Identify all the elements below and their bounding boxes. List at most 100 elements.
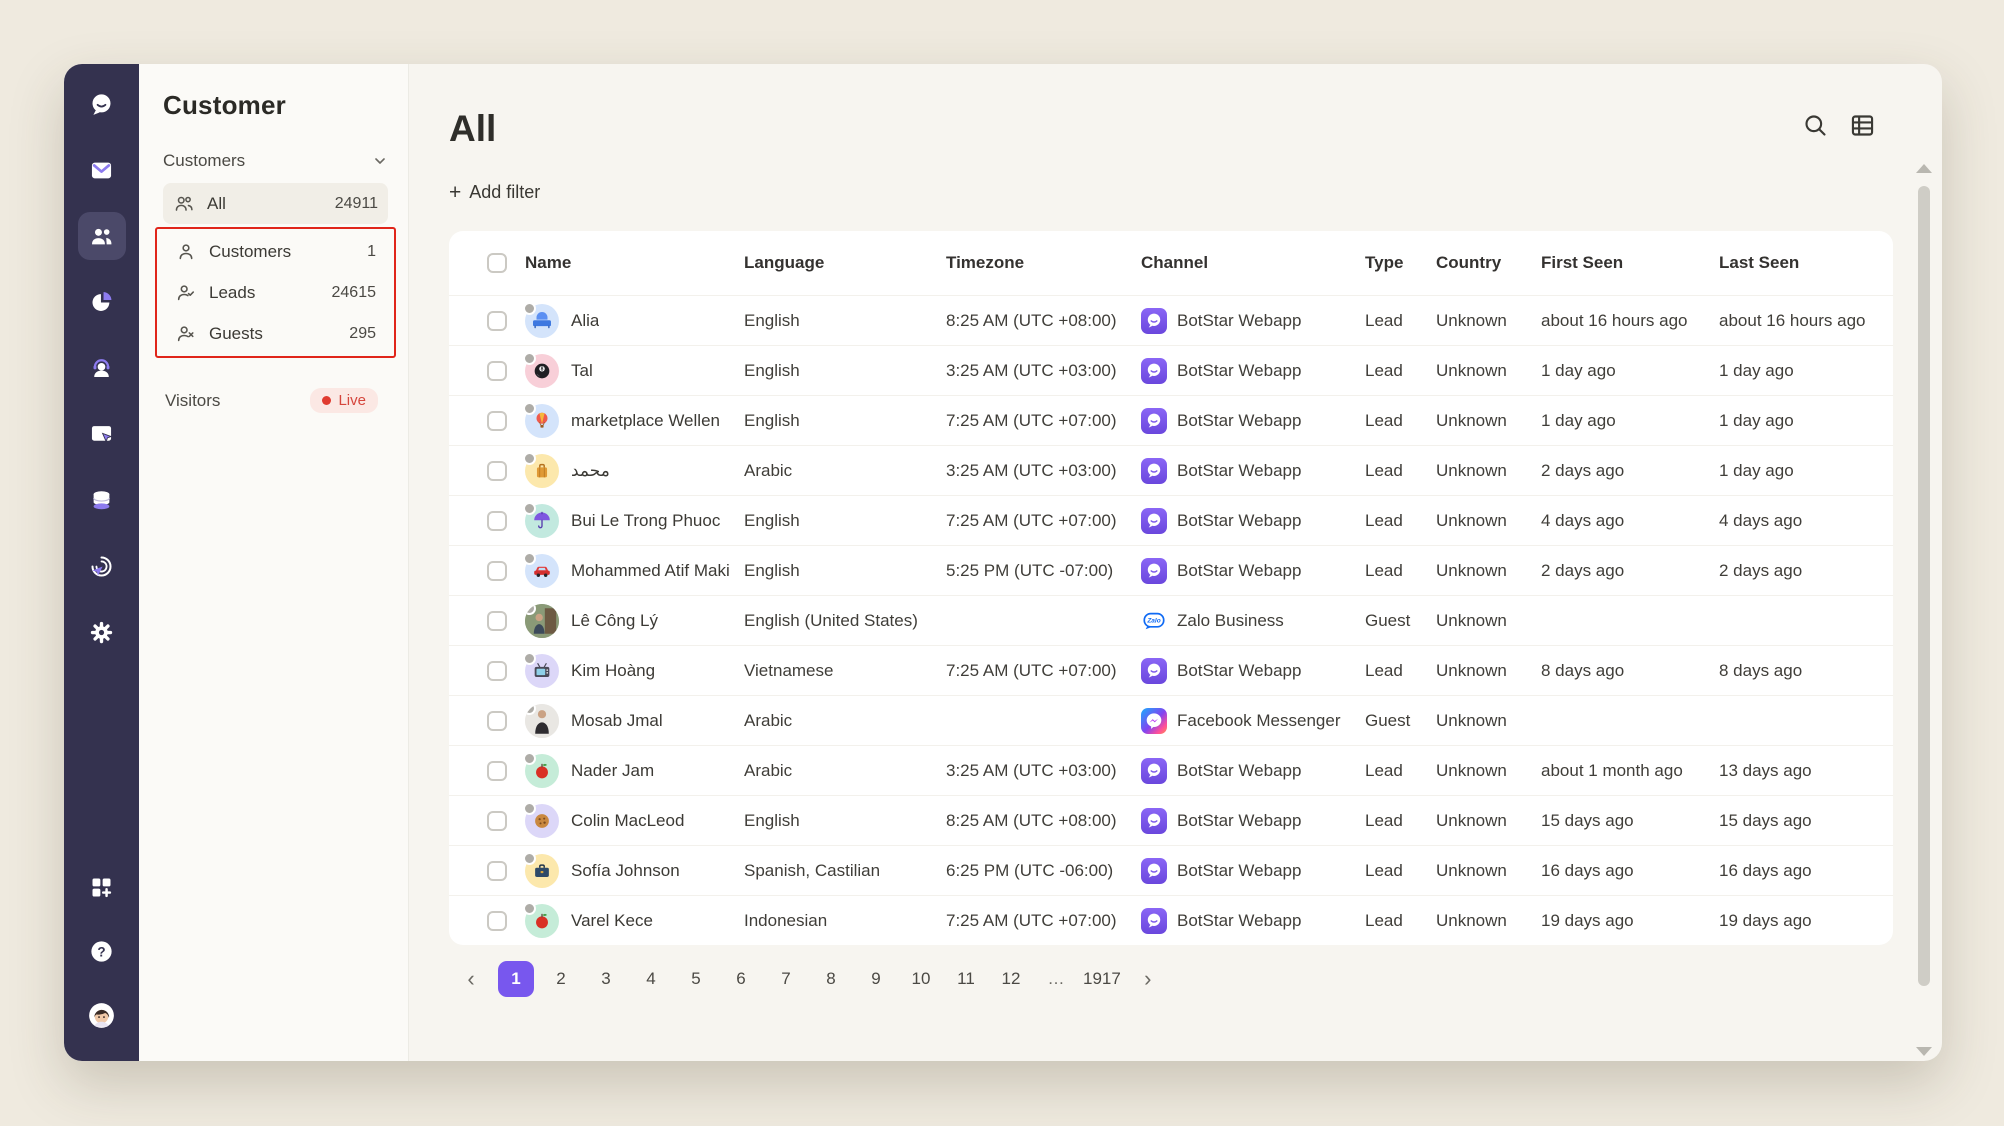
inbox-icon[interactable] <box>78 146 126 194</box>
row-checkbox[interactable] <box>487 310 507 331</box>
last-seen-cell: about 16 hours ago <box>1719 310 1866 330</box>
language-cell: Vietnamese <box>744 660 834 680</box>
country-cell: Unknown <box>1436 460 1507 480</box>
apps-grid-icon[interactable] <box>78 863 126 911</box>
help-icon[interactable]: ? <box>78 927 126 975</box>
scroll-up-arrow[interactable] <box>1916 164 1932 173</box>
table-view-icon[interactable] <box>1849 112 1876 139</box>
page-button-1[interactable]: 1 <box>498 961 534 997</box>
column-header-first-seen[interactable]: First Seen <box>1541 253 1719 273</box>
botstar-channel-icon <box>1141 807 1167 834</box>
channel-cell: BotStar Webapp <box>1177 560 1302 580</box>
couch-avatar <box>523 301 559 338</box>
database-icon[interactable] <box>78 476 126 524</box>
column-header-channel[interactable]: Channel <box>1141 253 1365 273</box>
page-button-9[interactable]: 9 <box>858 961 894 997</box>
row-checkbox[interactable] <box>487 510 507 531</box>
chat-logo-icon[interactable] <box>78 80 126 128</box>
botstar-channel-icon <box>1141 657 1167 684</box>
page-button-4[interactable]: 4 <box>633 961 669 997</box>
photo-outdoor-avatar <box>525 603 559 638</box>
column-header-language[interactable]: Language <box>744 253 946 273</box>
row-checkbox[interactable] <box>487 710 507 731</box>
table-row[interactable]: Mosab Jmal Arabic Facebook Messenger Gue… <box>449 695 1893 745</box>
page-button-7[interactable]: 7 <box>768 961 804 997</box>
pagination-ellipsis: … <box>1047 969 1065 988</box>
timezone-cell: 5:25 PM (UTC -07:00) <box>946 560 1114 580</box>
row-checkbox[interactable] <box>487 660 507 681</box>
page-button-2[interactable]: 2 <box>543 961 579 997</box>
table-row[interactable]: Alia English 8:25 AM (UTC +08:00) BotSta… <box>449 295 1893 345</box>
column-header-type[interactable]: Type <box>1365 253 1436 273</box>
row-checkbox[interactable] <box>487 760 507 781</box>
page-button-5[interactable]: 5 <box>678 961 714 997</box>
page-button-11[interactable]: 11 <box>948 961 984 997</box>
botstar-channel-icon <box>1141 307 1167 334</box>
page-button-3[interactable]: 3 <box>588 961 624 997</box>
row-checkbox[interactable] <box>487 810 507 831</box>
sidebar-item-customers[interactable]: Customers 1 <box>165 231 386 272</box>
table-row[interactable]: محمد Arabic 3:25 AM (UTC +03:00) BotStar… <box>449 445 1893 495</box>
country-cell: Unknown <box>1436 560 1507 580</box>
page-button-8[interactable]: 8 <box>813 961 849 997</box>
row-checkbox[interactable] <box>487 610 507 631</box>
table-row[interactable]: Sofía Johnson Spanish, Castilian 6:25 PM… <box>449 845 1893 895</box>
table-row[interactable]: Kim Hoàng Vietnamese 7:25 AM (UTC +07:00… <box>449 645 1893 695</box>
sidebar-item-visitors[interactable]: Visitors Live <box>163 388 388 413</box>
table-row[interactable]: 8 Tal English 3:25 AM (UTC +03:00) BotSt… <box>449 345 1893 395</box>
page-button-10[interactable]: 10 <box>903 961 939 997</box>
hot-air-balloon-avatar <box>523 401 559 438</box>
column-header-timezone[interactable]: Timezone <box>946 253 1141 273</box>
analytics-pie-icon[interactable] <box>78 278 126 326</box>
select-all-checkbox[interactable] <box>487 253 507 273</box>
type-cell: Lead <box>1365 410 1403 430</box>
svg-text:8: 8 <box>541 366 544 372</box>
row-checkbox[interactable] <box>487 560 507 581</box>
channel-cell: BotStar Webapp <box>1177 760 1302 780</box>
customers-nav-icon[interactable] <box>77 212 126 260</box>
scrollbar-thumb[interactable] <box>1918 186 1930 986</box>
page-button-12[interactable]: 12 <box>993 961 1029 997</box>
table-row[interactable]: Mohammed Atif Maki English 5:25 PM (UTC … <box>449 545 1893 595</box>
country-cell: Unknown <box>1436 710 1507 730</box>
offline-status-dot <box>523 551 536 565</box>
page-button-6[interactable]: 6 <box>723 961 759 997</box>
automation-icon[interactable] <box>78 542 126 590</box>
widget-icon[interactable] <box>78 410 126 458</box>
customers-section-toggle[interactable]: Customers <box>163 151 388 171</box>
country-cell: Unknown <box>1436 360 1507 380</box>
table-row[interactable]: marketplace Wellen English 7:25 AM (UTC … <box>449 395 1893 445</box>
first-seen-cell: 1 day ago <box>1541 360 1616 380</box>
next-page-button[interactable]: › <box>1130 961 1166 997</box>
table-row[interactable]: Varel Kece Indonesian 7:25 AM (UTC +07:0… <box>449 895 1893 945</box>
user-avatar[interactable] <box>78 991 126 1039</box>
sidebar-item-guests[interactable]: Guests 295 <box>165 313 386 354</box>
column-header-country[interactable]: Country <box>1436 253 1541 273</box>
add-filter-button[interactable]: + Add filter <box>449 182 540 203</box>
app-window: ? Customer Customers All 24911 Customers 1… <box>64 64 1942 1061</box>
sidebar-item-all[interactable]: All 24911 <box>163 183 388 224</box>
page-button-1917[interactable]: 1917 <box>1083 961 1121 997</box>
row-checkbox[interactable] <box>487 860 507 881</box>
column-header-name[interactable]: Name <box>525 253 744 273</box>
table-row[interactable]: Colin MacLeod English 8:25 AM (UTC +08:0… <box>449 795 1893 845</box>
type-cell: Lead <box>1365 310 1403 330</box>
messenger-channel-icon <box>1141 707 1167 734</box>
table-row[interactable]: Bui Le Trong Phuoc English 7:25 AM (UTC … <box>449 495 1893 545</box>
live-agent-icon[interactable] <box>78 344 126 392</box>
row-checkbox[interactable] <box>487 460 507 481</box>
search-icon[interactable] <box>1802 112 1829 139</box>
sidebar-item-leads[interactable]: Leads 24615 <box>165 272 386 313</box>
scroll-down-arrow[interactable] <box>1916 1047 1932 1056</box>
row-checkbox[interactable] <box>487 410 507 431</box>
row-checkbox[interactable] <box>487 910 507 931</box>
language-cell: Arabic <box>744 460 793 480</box>
column-header-last-seen[interactable]: Last Seen <box>1719 253 1893 273</box>
segment-list: All 24911 Customers 1 Leads 24615 Guests 295 <box>155 183 396 358</box>
previous-page-button[interactable]: ‹ <box>453 961 489 997</box>
table-row[interactable]: Lê Công Lý English (United States) Zalo … <box>449 595 1893 645</box>
table-row[interactable]: Nader Jam Arabic 3:25 AM (UTC +03:00) Bo… <box>449 745 1893 795</box>
settings-gear-icon[interactable] <box>78 608 126 656</box>
row-checkbox[interactable] <box>487 360 507 381</box>
customer-name: Tal <box>571 360 593 380</box>
